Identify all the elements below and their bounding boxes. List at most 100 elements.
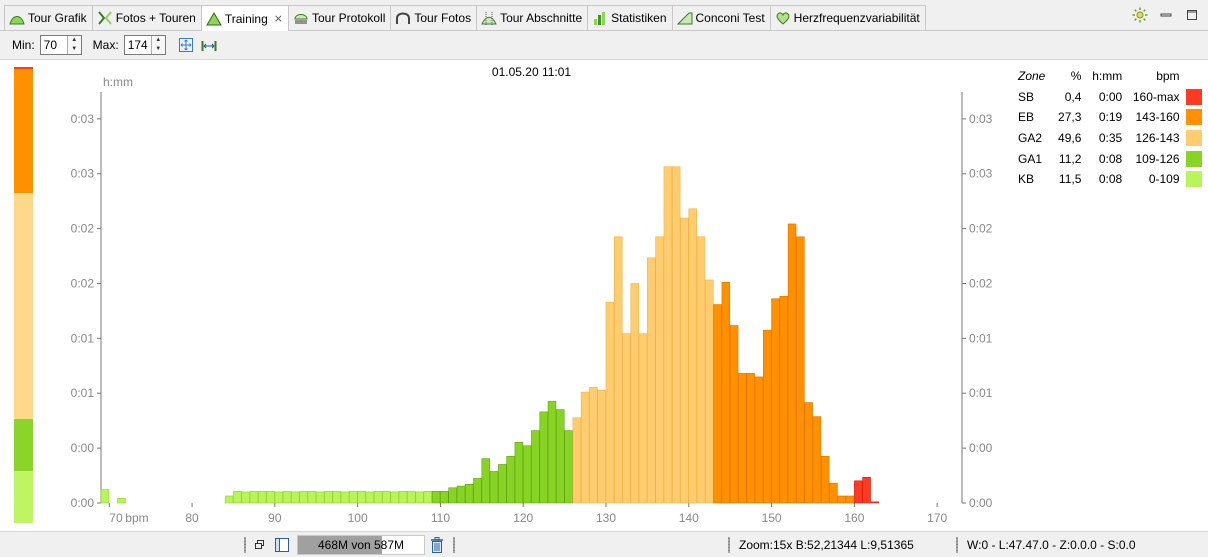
max-pulse-spinner[interactable]: ▲ ▼	[123, 35, 166, 55]
zone-bpm-range: 126-143	[1135, 131, 1180, 146]
histogram-bar	[564, 430, 573, 504]
tab-training[interactable]: Training ⨯	[200, 5, 289, 31]
histogram-bar	[357, 491, 366, 504]
heart-icon	[776, 12, 790, 25]
x-tick-label: 170	[927, 511, 947, 525]
zone-color-cell	[1184, 87, 1204, 108]
garbage-collect-icon[interactable]	[429, 536, 445, 554]
tab-herzfrequenzvariabilitaet[interactable]: Herzfrequenzvariabilität	[769, 5, 926, 30]
min-label: Min:	[12, 38, 35, 52]
histogram-bar	[671, 166, 681, 504]
y-tick-label-left: 0:01	[71, 331, 95, 345]
histogram-bar	[100, 489, 110, 504]
min-spinner-arrows[interactable]: ▲ ▼	[66, 36, 81, 54]
zone-name: GA2	[1018, 131, 1043, 146]
sync-icon[interactable]	[1132, 7, 1148, 23]
y-tick-label-left: 0:01	[71, 386, 95, 400]
histogram-bar	[655, 236, 664, 504]
histogram-bar	[738, 373, 747, 504]
zone-header: Zone	[1018, 69, 1046, 84]
min-pulse-input[interactable]	[40, 36, 67, 54]
y-axis-label: h:mm	[103, 75, 133, 89]
y-tick-label-left: 0:02	[71, 222, 95, 236]
histogram-bar	[580, 391, 590, 504]
zone-color-swatch	[1185, 171, 1202, 188]
hr-zone-legend: Zone % h:mm bpm SB 0,4 0:00 160-max EB 27,3 0:…	[1016, 66, 1204, 190]
zone-time: 0:08	[1098, 172, 1123, 187]
histogram-bar	[489, 471, 499, 504]
tab-statistiken[interactable]: Statistiken	[587, 5, 673, 30]
histogram-bar	[647, 257, 656, 504]
fit-to-window-button[interactable]	[177, 36, 195, 54]
zone-color-cell	[1184, 107, 1204, 128]
histogram-bar	[688, 208, 697, 504]
histogram-bar	[787, 223, 797, 504]
tab-tour-grafik[interactable]: Tour Grafik	[4, 5, 93, 30]
zone-bar-segment-ga2	[14, 193, 33, 420]
y-tick-label-left: 0:03	[71, 112, 95, 126]
spin-down-icon[interactable]: ▼	[152, 45, 165, 54]
x-tick-label: 90	[268, 511, 282, 525]
status-bar: 468M von 587M Zoom:15x B:52,21344 L:9,51…	[0, 531, 1208, 557]
tab-label: Herzfrequenzvariabilität	[793, 11, 920, 25]
zone-bpm-range: 0-109	[1148, 172, 1180, 187]
x-tick-label: 130	[596, 511, 616, 525]
tab-tour-protokoll[interactable]: Tour Protokoll	[288, 5, 392, 30]
histogram-bar	[589, 387, 598, 504]
restore-icon[interactable]	[253, 538, 267, 552]
max-spinner-arrows[interactable]: ▲ ▼	[150, 36, 165, 54]
y-tick-label-right: 0:01	[969, 386, 993, 400]
tab-label: Fotos + Touren	[115, 11, 196, 25]
histogram-bar	[539, 411, 548, 504]
histogram-bar	[605, 301, 615, 504]
tab-fotos-touren[interactable]: Fotos + Touren	[91, 5, 202, 30]
close-tab-icon[interactable]: ⨯	[274, 12, 283, 25]
histogram-bar	[274, 491, 284, 504]
histogram-bar	[423, 491, 433, 504]
minimize-icon[interactable]	[1158, 7, 1174, 23]
heap-status[interactable]: 468M von 587M	[297, 535, 425, 555]
max-pulse-input[interactable]	[124, 36, 151, 54]
tab-conconi-test[interactable]: Conconi Test	[671, 5, 771, 30]
y-tick-label-left: 0:00	[71, 496, 95, 510]
histogram-bar	[845, 495, 855, 504]
zone-percent: 49,6	[1058, 131, 1082, 146]
histogram-bar	[556, 409, 565, 504]
y-tick-label-left: 0:02	[71, 276, 95, 290]
synchronize-button[interactable]	[200, 36, 218, 54]
time-header: h:mm	[1092, 69, 1123, 84]
zone-color-swatch	[1185, 88, 1202, 105]
histogram-bar	[522, 445, 532, 504]
histogram-bar	[332, 491, 341, 504]
histogram-bar	[837, 495, 846, 504]
tab-tour-abschnitte[interactable]: Tour Abschnitte	[476, 5, 589, 30]
histogram-bar	[324, 491, 333, 504]
spin-up-icon[interactable]: ▲	[152, 36, 165, 45]
histogram-bar	[796, 236, 805, 504]
zone-bar-segment-ga1	[14, 419, 33, 471]
tab-label: Tour Protokoll	[312, 11, 386, 25]
tab-tour-fotos[interactable]: Tour Fotos	[390, 5, 478, 30]
zone-time: 0:19	[1098, 110, 1123, 125]
spin-down-icon[interactable]: ▼	[68, 45, 81, 54]
y-tick-label-right: 0:00	[969, 441, 993, 455]
tab-label: Conconi Test	[695, 11, 765, 25]
min-pulse-spinner[interactable]: ▲ ▼	[39, 35, 82, 55]
histogram-bar	[282, 491, 292, 504]
window-icon[interactable]	[274, 537, 290, 553]
maximize-icon[interactable]	[1184, 7, 1200, 23]
histogram-bar	[870, 501, 880, 504]
histogram-bar	[224, 495, 234, 504]
max-label: Max:	[92, 38, 119, 52]
histogram-bar	[349, 491, 358, 504]
histogram-bar	[812, 416, 822, 504]
zone-bar-segment-eb	[14, 68, 33, 194]
x-tick-label: 160	[844, 511, 864, 525]
tab-strip: Tour Grafik Fotos + Touren Training ⨯ To…	[4, 5, 926, 31]
chart-bars	[100, 166, 880, 504]
histogram-bar	[854, 480, 863, 504]
spin-up-icon[interactable]: ▲	[68, 36, 81, 45]
tab-label: Statistiken	[611, 11, 667, 25]
bpm-header: bpm	[1156, 69, 1180, 84]
histogram-bar	[407, 491, 416, 504]
